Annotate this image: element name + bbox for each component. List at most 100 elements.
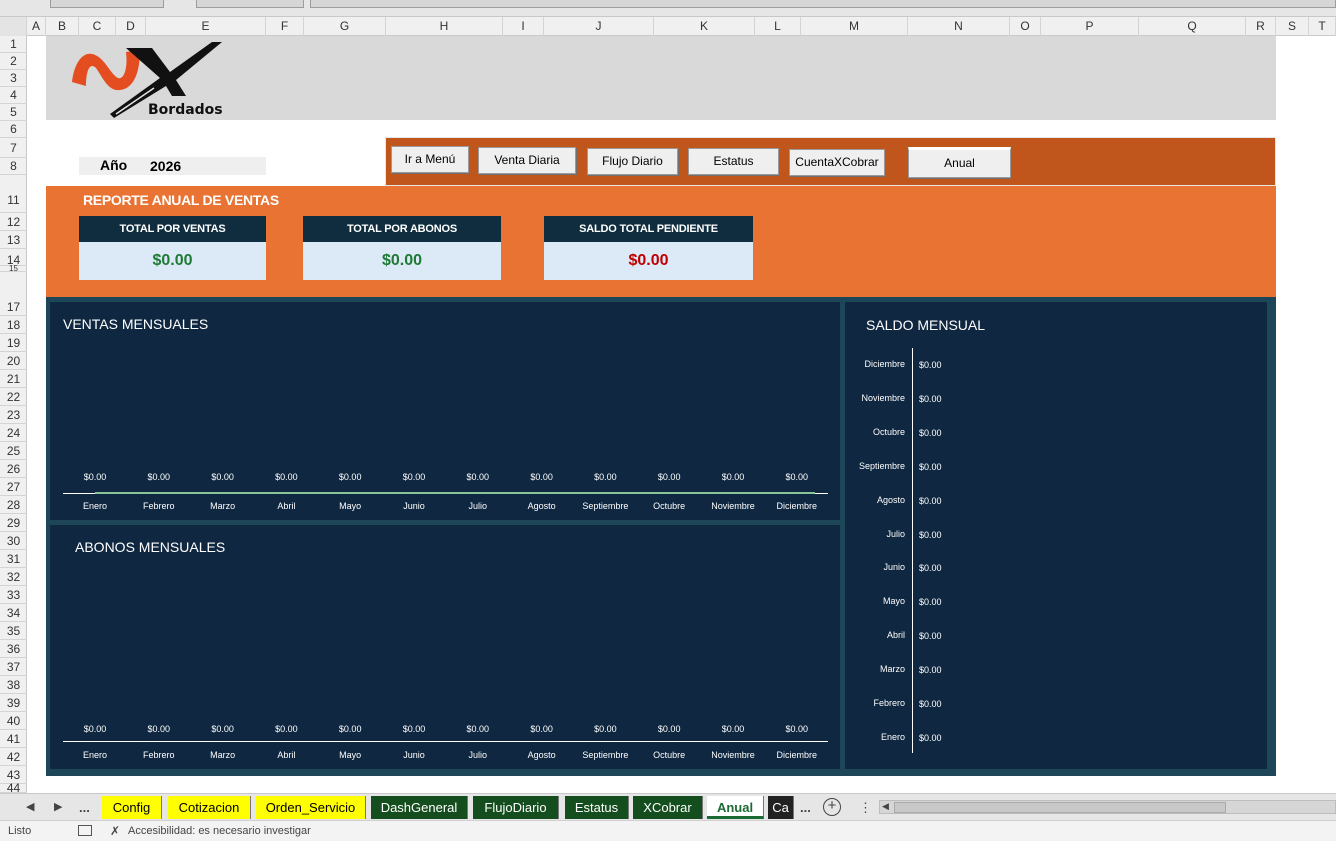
sheet-tab-dashgeneral[interactable]: DashGeneral (371, 796, 468, 819)
abonos-data-label: $0.00 (275, 724, 298, 734)
column-header[interactable]: E (146, 17, 266, 36)
column-header[interactable]: I (503, 17, 544, 36)
column-header[interactable]: B (46, 17, 79, 36)
add-sheet-icon[interactable]: + (823, 798, 841, 816)
column-header[interactable]: T (1309, 17, 1336, 36)
accessibility-status[interactable]: Accesibilidad: es necesario investigar (128, 825, 311, 837)
row-header[interactable]: 25 (0, 442, 27, 460)
sheet-tab-config[interactable]: Config (102, 796, 162, 819)
abonos-chart-panel[interactable]: ABONOS MENSUALES $0.00 Enero $0.00 Febrero $… (50, 525, 840, 769)
row-header[interactable]: 42 (0, 748, 27, 766)
column-header[interactable]: G (304, 17, 386, 36)
ventas-chart-panel[interactable]: VENTAS MENSUALES $0.00 Enero $0.00 Febrero $… (50, 302, 840, 520)
venta-diaria-button[interactable]: Venta Diaria (478, 147, 576, 174)
sheet-tab-cotizacion[interactable]: Cotizacion (168, 796, 251, 819)
estatus-button[interactable]: Estatus (688, 148, 779, 175)
cuentaxcobrar-button[interactable]: CuentaXCobrar (789, 149, 885, 176)
accessibility-icon[interactable]: ✗ (110, 824, 120, 838)
more-sheets-left[interactable]: ... (79, 794, 90, 821)
column-header[interactable]: F (266, 17, 304, 36)
column-header[interactable]: P (1041, 17, 1139, 36)
column-header[interactable]: Q (1139, 17, 1246, 36)
flujo-diario-button[interactable]: Flujo Diario (587, 148, 678, 175)
row-header[interactable]: 24 (0, 424, 27, 442)
row-header[interactable]: 33 (0, 586, 27, 604)
row-header[interactable]: 6 (0, 121, 27, 138)
saldo-month-label: Septiembre (858, 460, 905, 471)
row-header[interactable]: 7 (0, 138, 27, 158)
saldo-chart-panel[interactable]: SALDO MENSUAL Diciembre $0.00 Noviembre $0.… (845, 302, 1267, 769)
saldo-data-label: $0.00 (919, 699, 942, 709)
row-header[interactable]: 8 (0, 158, 27, 175)
ribbon-tab-fragment[interactable] (196, 0, 304, 8)
scroll-thumb[interactable] (894, 802, 1226, 813)
column-header[interactable]: A (27, 17, 46, 36)
ribbon-tab-fragment[interactable] (50, 0, 164, 8)
ventas-month-label: Mayo (339, 501, 362, 511)
row-header[interactable]: 36 (0, 640, 27, 658)
row-header[interactable]: 32 (0, 568, 27, 586)
horizontal-scrollbar[interactable]: ◀ (879, 800, 1336, 814)
row-header[interactable]: 12 (0, 213, 27, 231)
row-header[interactable]: 4 (0, 87, 27, 104)
row-header[interactable]: 30 (0, 532, 27, 550)
sheet-tab-anual[interactable]: Anual (707, 796, 764, 819)
column-header[interactable]: D (116, 17, 146, 36)
row-header[interactable]: 15 (0, 265, 27, 273)
row-header[interactable]: 27 (0, 478, 27, 496)
tab-options-icon[interactable]: ⋮ (859, 794, 872, 821)
next-sheet-icon[interactable]: ▶ (54, 794, 62, 821)
status-bar: Listo ✗ Accesibilidad: es necesario inve… (0, 820, 1336, 841)
row-header[interactable]: 38 (0, 676, 27, 694)
sheet-tab-orden-servicio[interactable]: Orden_Servicio (256, 796, 366, 819)
row-header[interactable]: 21 (0, 370, 27, 388)
row-header[interactable]: 35 (0, 622, 27, 640)
row-header[interactable]: 19 (0, 334, 27, 352)
row-header[interactable]: 23 (0, 406, 27, 424)
sheet-tab-flujodiario[interactable]: FlujoDiario (473, 796, 559, 819)
column-header[interactable]: S (1276, 17, 1309, 36)
formula-bar-fragment[interactable] (310, 0, 1336, 8)
year-input[interactable]: 2026 (146, 157, 266, 175)
select-all-corner[interactable] (0, 17, 27, 36)
row-header[interactable]: 29 (0, 514, 27, 532)
column-header[interactable]: R (1246, 17, 1276, 36)
row-header[interactable]: 34 (0, 604, 27, 622)
row-header[interactable]: 31 (0, 550, 27, 568)
column-header[interactable]: J (544, 17, 654, 36)
row-header[interactable]: 37 (0, 658, 27, 676)
row-header[interactable]: 20 (0, 352, 27, 370)
row-header[interactable]: 5 (0, 104, 27, 121)
abonos-data-label: $0.00 (402, 724, 426, 734)
sheet-tab-xcobrar[interactable]: XCobrar (633, 796, 703, 819)
sheet-tab-ca[interactable]: Ca (768, 796, 794, 819)
column-header[interactable]: M (801, 17, 908, 36)
row-header[interactable]: 13 (0, 231, 27, 249)
row-header[interactable]: 22 (0, 388, 27, 406)
row-header[interactable]: 41 (0, 730, 27, 748)
row-header[interactable]: 3 (0, 70, 27, 87)
row-header[interactable]: 11 (0, 175, 27, 213)
row-header[interactable]: 17 (0, 298, 27, 316)
row-header[interactable]: 18 (0, 316, 27, 334)
scroll-left-icon[interactable]: ◀ (882, 801, 889, 812)
macro-record-icon[interactable] (78, 825, 92, 836)
row-header[interactable]: 1 (0, 36, 27, 53)
column-header[interactable]: L (755, 17, 801, 36)
more-sheets-right[interactable]: ... (800, 794, 811, 821)
ir-a-menu-button[interactable]: Ir a Menú (391, 146, 469, 173)
row-header[interactable]: 40 (0, 712, 27, 730)
row-header[interactable]: 26 (0, 460, 27, 478)
sheet-tab-estatus[interactable]: Estatus (565, 796, 629, 819)
column-header[interactable]: H (386, 17, 503, 36)
prev-sheet-icon[interactable]: ◀ (26, 794, 34, 821)
column-header[interactable]: N (908, 17, 1010, 36)
column-header[interactable]: O (1010, 17, 1041, 36)
row-header[interactable]: 44 (0, 782, 27, 794)
anual-button[interactable]: Anual (908, 147, 1011, 178)
row-header[interactable]: 2 (0, 53, 27, 70)
column-header[interactable]: K (654, 17, 755, 36)
row-header[interactable]: 28 (0, 496, 27, 514)
row-header[interactable]: 39 (0, 694, 27, 712)
column-header[interactable]: C (79, 17, 116, 36)
